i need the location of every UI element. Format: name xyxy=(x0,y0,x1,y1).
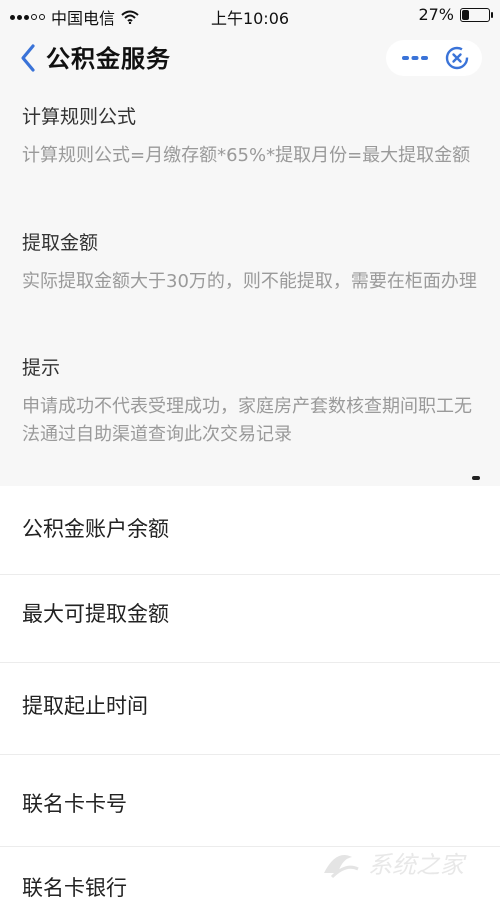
page-title: 公积金服务 xyxy=(46,45,171,73)
status-bar: 中国电信 上午10:06 27% xyxy=(0,0,500,30)
rule-title: 计算规则公式 xyxy=(22,106,137,128)
mini-program-capsule xyxy=(386,40,482,76)
list-item-label: 联名卡银行 xyxy=(22,876,127,900)
battery-icon xyxy=(460,7,493,22)
list-item-period[interactable]: 提取起止时间 xyxy=(0,662,500,755)
list-item-max-amount[interactable]: 最大可提取金额 xyxy=(0,574,500,663)
rule-text: 申请成功不代表受理成功，家庭房产套数核查期间职工无法通过自助渠道查询此次交易记录 xyxy=(22,396,472,445)
list-item-label: 联名卡卡号 xyxy=(22,792,127,816)
rules-section: 计算规则公式 计算规则公式=月缴存额*65%*提取月份=最大提取金额 提取金额 … xyxy=(0,88,500,466)
chevron-left-icon[interactable] xyxy=(16,42,40,74)
watermark-text: 系统之家 xyxy=(368,851,467,879)
rule-title: 提示 xyxy=(22,357,61,379)
rule-block-amount: 提取金额 实际提取金额大于30万的，则不能提取，需要在柜面办理 xyxy=(22,230,482,296)
account-info-list: 公积金账户余额 最大可提取金额 提取起止时间 联名卡卡号 联名卡银行 xyxy=(0,486,500,900)
close-circle-icon[interactable] xyxy=(444,45,470,71)
rule-block-formula: 计算规则公式 计算规则公式=月缴存额*65%*提取月份=最大提取金额 xyxy=(22,104,482,170)
watermark-logo: 系统之家 xyxy=(324,851,467,879)
list-item-balance[interactable]: 公积金账户余额 xyxy=(0,486,500,575)
battery-percent: 27% xyxy=(418,5,454,24)
list-item-label: 最大可提取金额 xyxy=(22,602,169,626)
status-right: 27% xyxy=(418,5,493,24)
rule-block-tip: 提示 申请成功不代表受理成功，家庭房产套数核查期间职工无法通过自助渠道查询此次交… xyxy=(22,355,482,449)
nav-bar: 公积金服务 xyxy=(0,30,500,88)
rule-title: 提取金额 xyxy=(22,232,99,254)
battery-fill xyxy=(462,9,470,20)
list-item-card-number[interactable]: 联名卡卡号 xyxy=(0,754,500,847)
list-item-label: 提取起止时间 xyxy=(22,694,148,718)
rule-text: 实际提取金额大于30万的，则不能提取，需要在柜面办理 xyxy=(22,271,477,292)
divider-mark xyxy=(472,476,480,480)
list-item-label: 公积金账户余额 xyxy=(22,517,169,541)
section-divider xyxy=(0,466,500,486)
more-dots-icon[interactable] xyxy=(402,53,428,63)
rule-text: 计算规则公式=月缴存额*65%*提取月份=最大提取金额 xyxy=(22,145,471,166)
